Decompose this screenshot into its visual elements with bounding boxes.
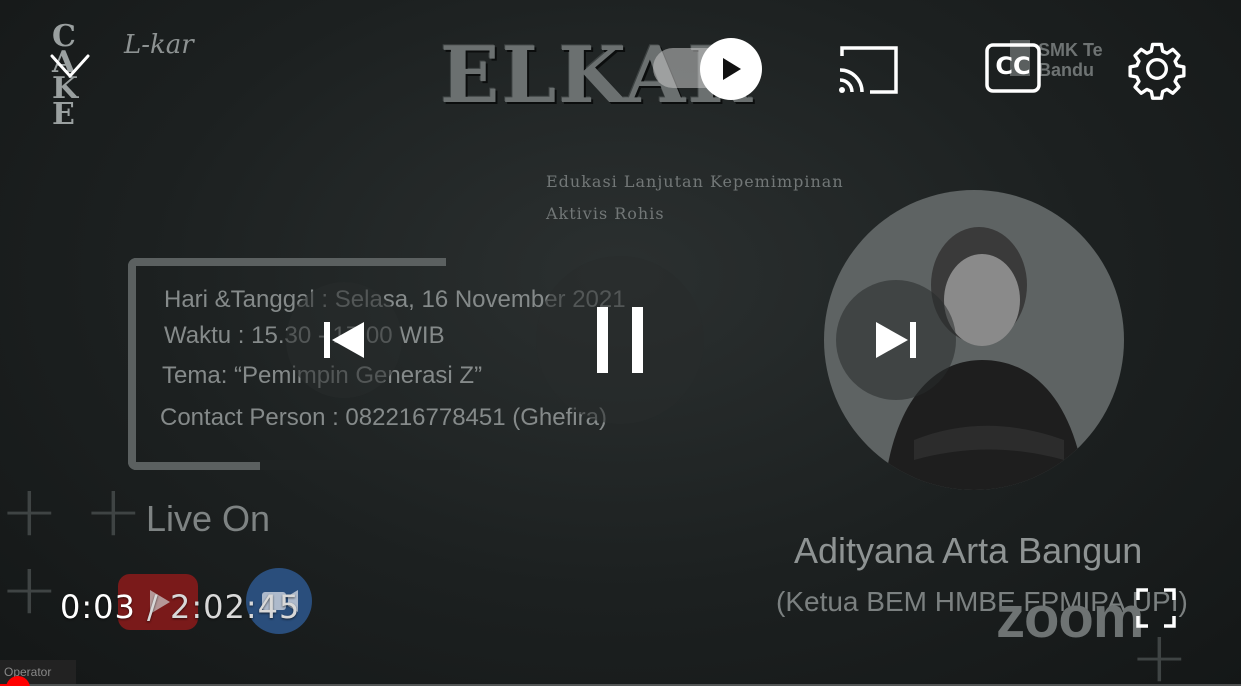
current-time: 0:03 — [60, 588, 136, 626]
time-separator: / — [135, 588, 170, 626]
previous-button[interactable] — [286, 282, 402, 398]
fullscreen-button[interactable] — [1136, 588, 1176, 628]
decor-cross: + — [0, 470, 59, 552]
school-logo-line2: Bandu — [1038, 60, 1094, 80]
video-player[interactable]: CAKE L-kar ELKAR Edukasi Lanjutan Kepemi… — [0, 0, 1241, 686]
decor-cross: + — [84, 470, 143, 552]
zoom-watermark: zoom — [996, 585, 1144, 650]
settings-button[interactable] — [1126, 38, 1188, 100]
minimize-button[interactable] — [46, 46, 94, 86]
cast-icon — [839, 46, 898, 94]
school-logo-line1: SMK Te — [1038, 40, 1103, 60]
skip-next-icon — [876, 322, 916, 358]
cast-button[interactable] — [836, 42, 902, 98]
event-contact: Contact Person : 082216778451 (Ghefira) — [160, 404, 607, 431]
captions-label: CC — [995, 52, 1031, 80]
time-display: 0:03 / 2:02:45 — [60, 588, 300, 626]
next-button[interactable] — [836, 280, 956, 400]
autoplay-toggle-knob[interactable] — [700, 38, 762, 100]
duration: 2:02:45 — [169, 588, 301, 626]
pause-icon — [597, 307, 643, 373]
decor-cross: + — [0, 548, 59, 630]
gear-icon — [1128, 42, 1186, 100]
event-subtitle-line2: Aktivis Rohis — [546, 204, 665, 223]
skip-previous-icon — [324, 322, 364, 358]
lkar-logo: L-kar — [124, 30, 194, 60]
speaker-name: Adityana Arta Bangun — [794, 530, 1143, 571]
live-on-label: Live On — [146, 498, 271, 539]
fullscreen-icon — [1136, 588, 1176, 628]
event-subtitle-line1: Edukasi Lanjutan Kepemimpinan — [546, 172, 844, 191]
pause-button[interactable] — [536, 256, 704, 424]
play-icon — [723, 58, 741, 80]
captions-button[interactable]: CC — [984, 42, 1042, 94]
chevron-down-icon — [50, 54, 90, 78]
